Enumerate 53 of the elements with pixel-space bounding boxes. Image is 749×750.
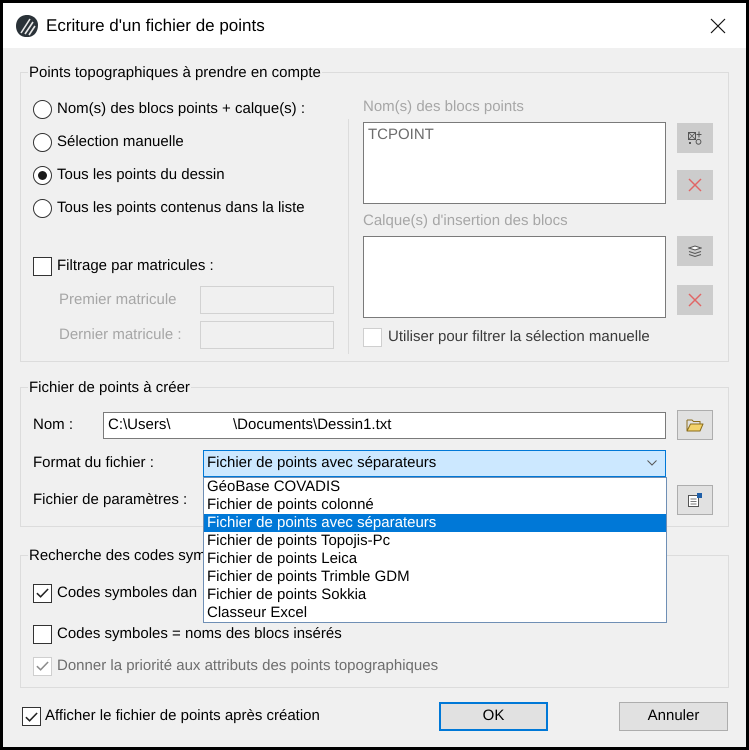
- browse-button[interactable]: [677, 410, 713, 440]
- radio-label: Nom(s) des blocs points + calque(s) :: [57, 98, 306, 119]
- dropdown-option[interactable]: Fichier de points avec séparateurs: [204, 514, 666, 532]
- checkbox-label: Filtrage par matricules :: [57, 256, 214, 276]
- checkbox[interactable]: [33, 624, 52, 644]
- radio-button[interactable]: [33, 198, 52, 218]
- document-icon: [687, 492, 703, 508]
- layers-icon: [688, 244, 702, 258]
- dropdown-option[interactable]: Fichier de points Topojis-Pc: [204, 532, 666, 550]
- group-title: Points topographiques à prendre en compte: [28, 64, 322, 81]
- checkbox[interactable]: [22, 707, 41, 726]
- block-pick-icon: [688, 131, 702, 145]
- field-label: Format du fichier :: [33, 452, 155, 473]
- input-field[interactable]: [200, 286, 334, 314]
- pick-block-button[interactable]: [677, 123, 713, 153]
- radio-label: Sélection manuelle: [57, 132, 184, 152]
- path-field[interactable]: C:\Users\ \Documents\Dessin1.txt: [103, 412, 666, 438]
- folder-icon: [686, 418, 704, 432]
- checkbox-label: Utiliser pour filtrer la sélection manuelle: [388, 326, 650, 347]
- chevron-down-icon: [647, 460, 657, 466]
- dialog-button[interactable]: OK: [439, 702, 548, 731]
- checkbox-label: Codes symboles = noms des blocs insérés: [57, 624, 342, 644]
- checkbox[interactable]: [33, 584, 52, 602]
- checkbox[interactable]: [33, 256, 52, 276]
- list-label: Nom(s) des blocs points: [363, 98, 525, 115]
- list-box[interactable]: [363, 236, 666, 318]
- radio-label: Tous les points contenus dans la liste: [57, 198, 305, 218]
- checkbox-label: Donner la priorité aux attributs des points topographiques: [57, 656, 438, 676]
- radio-label: Tous les points du dessin: [57, 164, 225, 185]
- check-icon: [25, 712, 38, 722]
- pick-layer-button[interactable]: [677, 236, 713, 266]
- radio-button[interactable]: [33, 100, 52, 118]
- cross-icon: [688, 178, 702, 192]
- radio-button[interactable]: [33, 132, 52, 152]
- format-dropdown[interactable]: Fichier de points avec séparateurs: [203, 450, 666, 476]
- app-logo-icon: [15, 14, 39, 38]
- input-field[interactable]: [200, 321, 334, 349]
- checkbox-label: Afficher le fichier de points après création: [45, 706, 320, 726]
- parameters-button[interactable]: [677, 485, 713, 515]
- field-label: Premier matricule: [59, 290, 178, 310]
- dialog-button[interactable]: Annuler: [619, 702, 728, 731]
- field-label: Dernier matricule :: [59, 324, 183, 345]
- field-label: Nom :: [33, 414, 74, 435]
- close-icon: [710, 18, 726, 34]
- field-label: Fichier de paramètres :: [33, 490, 188, 510]
- group-title: Fichier de points à créer: [28, 379, 191, 396]
- cross-icon: [688, 293, 702, 307]
- list-label: Calque(s) d'insertion des blocs: [363, 212, 569, 229]
- check-icon: [36, 661, 49, 671]
- radio-button[interactable]: [33, 166, 52, 184]
- window-title: Ecriture d'un fichier de points: [46, 14, 265, 37]
- check-icon: [36, 588, 49, 598]
- checkbox-label: Codes symboles dan: [57, 582, 198, 603]
